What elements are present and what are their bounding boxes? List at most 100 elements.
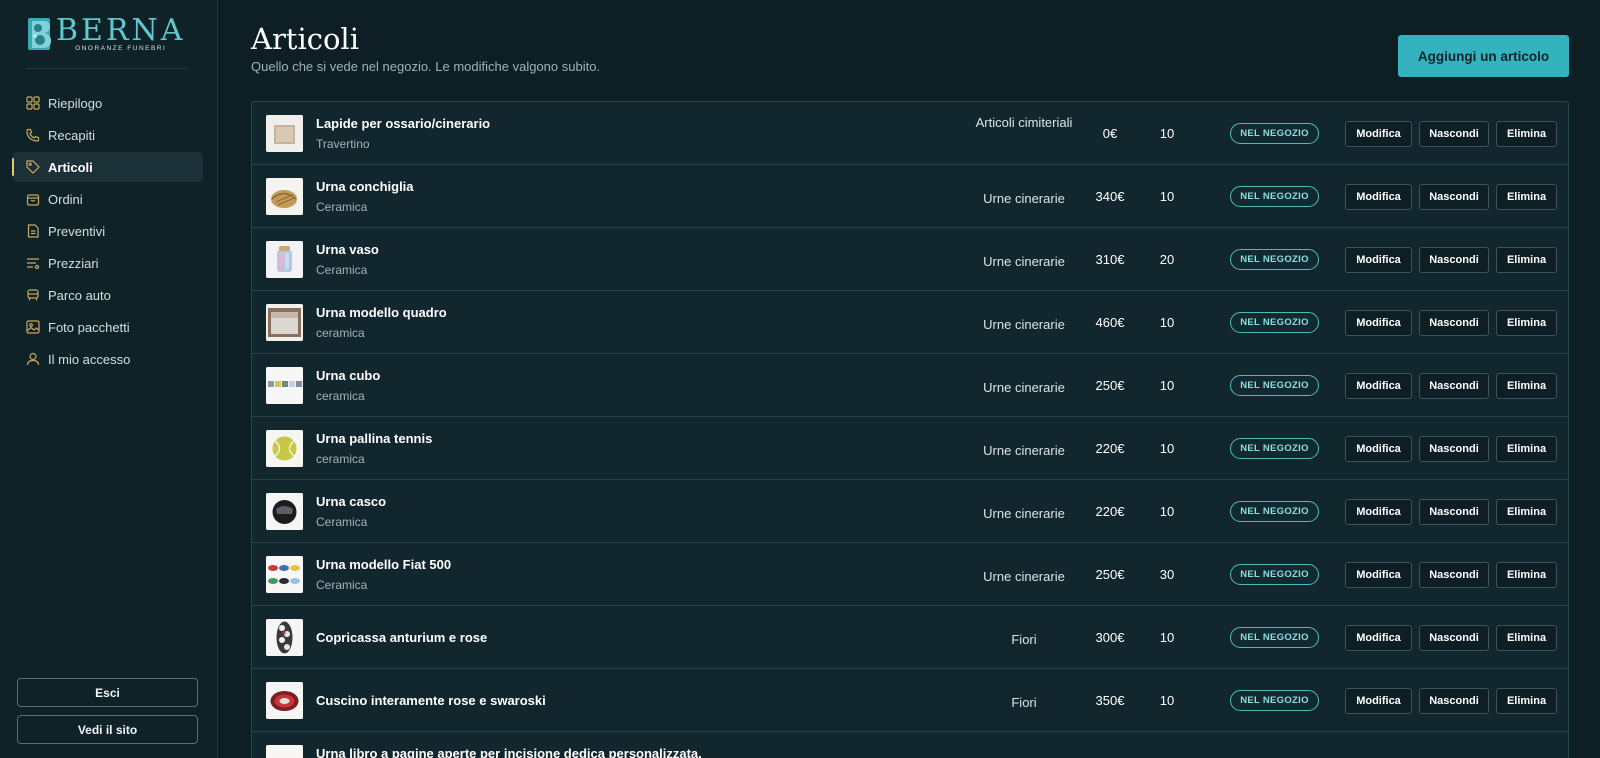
article-name: Cuscino interamente rose e swaroski: [316, 693, 546, 708]
article-price: 300€: [1095, 630, 1125, 645]
hide-button[interactable]: Nascondi: [1419, 499, 1489, 525]
article-price: 0€: [1102, 126, 1118, 141]
sidebar-item-label: Ordini: [48, 191, 83, 207]
hide-button[interactable]: Nascondi: [1419, 688, 1489, 714]
product-thumbnail: [266, 493, 303, 530]
sidebar-item-label: Recapiti: [48, 127, 95, 143]
article-price: 310€: [1095, 252, 1125, 267]
delete-button[interactable]: Elimina: [1496, 247, 1557, 273]
edit-button[interactable]: Modifica: [1345, 499, 1412, 525]
article-price: 220€: [1095, 504, 1125, 519]
article-quantity: 10: [1159, 378, 1175, 393]
status-badge: NEL NEGOZIO: [1230, 312, 1319, 333]
edit-button[interactable]: Modifica: [1345, 436, 1412, 462]
status-badge: NEL NEGOZIO: [1230, 501, 1319, 522]
list-filter-icon: [26, 256, 40, 270]
article-category: Urne cinerarie: [983, 254, 1065, 269]
grid-icon: [26, 96, 40, 110]
sidebar-item-label: Articoli: [48, 159, 93, 175]
sidebar-divider: [26, 68, 188, 69]
delete-button[interactable]: Elimina: [1496, 121, 1557, 147]
table-row: Lapide per ossario/cinerario Travertino …: [252, 102, 1568, 165]
article-quantity: 10: [1159, 504, 1175, 519]
article-category: Urne cinerarie: [983, 443, 1065, 458]
sidebar-item-il-mio-accesso[interactable]: Il mio accesso: [12, 344, 203, 374]
status-badge: NEL NEGOZIO: [1230, 249, 1319, 270]
sidebar-item-preventivi[interactable]: Preventivi: [12, 216, 203, 246]
article-name: Urna cubo: [316, 368, 381, 383]
phone-icon: [26, 128, 40, 142]
table-row: Copricassa anturium e rose Fiori 300€ 10…: [252, 606, 1568, 669]
delete-button[interactable]: Elimina: [1496, 562, 1557, 588]
hide-button[interactable]: Nascondi: [1419, 121, 1489, 147]
hide-button[interactable]: Nascondi: [1419, 436, 1489, 462]
article-price: 460€: [1095, 315, 1125, 330]
article-quantity: 20: [1159, 252, 1175, 267]
article-name: Urna modello quadro: [316, 305, 447, 320]
sidebar-item-parco-auto[interactable]: Parco auto: [12, 280, 203, 310]
page-title: Articoli: [251, 22, 359, 56]
sidebar-item-label: Preventivi: [48, 223, 106, 239]
product-thumbnail: [266, 241, 303, 278]
article-quantity: 10: [1159, 441, 1175, 456]
edit-button[interactable]: Modifica: [1345, 247, 1412, 273]
edit-button[interactable]: Modifica: [1345, 310, 1412, 336]
delete-button[interactable]: Elimina: [1496, 688, 1557, 714]
brand-logo[interactable]: BERNA ONORANZE FUNEBRI: [26, 16, 190, 56]
article-category: Urne cinerarie: [983, 191, 1065, 206]
sidebar-item-label: Il mio accesso: [48, 351, 131, 367]
product-thumbnail: [266, 556, 303, 593]
sidebar: BERNA ONORANZE FUNEBRI Riepilogo Recapit…: [0, 0, 218, 758]
hide-button[interactable]: Nascondi: [1419, 625, 1489, 651]
table-row: Urna modello Fiat 500 Ceramica Urne cine…: [252, 543, 1568, 606]
article-price: 250€: [1095, 378, 1125, 393]
hide-button[interactable]: Nascondi: [1419, 247, 1489, 273]
delete-button[interactable]: Elimina: [1496, 436, 1557, 462]
table-row: Urna libro a pagine aperte per incisione…: [252, 732, 1568, 758]
article-material: ceramica: [316, 389, 365, 403]
brand-name: BERNA: [56, 13, 186, 48]
delete-button[interactable]: Elimina: [1496, 310, 1557, 336]
edit-button[interactable]: Modifica: [1345, 625, 1412, 651]
sidebar-item-prezziari[interactable]: Prezziari: [12, 248, 203, 278]
sidebar-item-riepilogo[interactable]: Riepilogo: [12, 88, 203, 118]
edit-button[interactable]: Modifica: [1345, 121, 1412, 147]
status-badge: NEL NEGOZIO: [1230, 186, 1319, 207]
table-row: Urna modello quadro ceramica Urne cinera…: [252, 291, 1568, 354]
status-badge: NEL NEGOZIO: [1230, 438, 1319, 459]
edit-button[interactable]: Modifica: [1345, 688, 1412, 714]
sidebar-item-ordini[interactable]: Ordini: [12, 184, 203, 214]
sidebar-item-recapiti[interactable]: Recapiti: [12, 120, 203, 150]
product-thumbnail: [266, 115, 303, 152]
hide-button[interactable]: Nascondi: [1419, 310, 1489, 336]
delete-button[interactable]: Elimina: [1496, 373, 1557, 399]
delete-button[interactable]: Elimina: [1496, 625, 1557, 651]
hide-button[interactable]: Nascondi: [1419, 562, 1489, 588]
article-material: Ceramica: [316, 263, 368, 277]
sidebar-item-label: Parco auto: [48, 287, 111, 303]
tag-icon: [26, 160, 40, 174]
article-category: Urne cinerarie: [983, 380, 1065, 395]
hide-button[interactable]: Nascondi: [1419, 373, 1489, 399]
edit-button[interactable]: Modifica: [1345, 184, 1412, 210]
status-badge: NEL NEGOZIO: [1230, 690, 1319, 711]
hide-button[interactable]: Nascondi: [1419, 184, 1489, 210]
delete-button[interactable]: Elimina: [1496, 499, 1557, 525]
document-icon: [26, 224, 40, 238]
delete-button[interactable]: Elimina: [1496, 184, 1557, 210]
add-article-button[interactable]: Aggiungi un articolo: [1398, 35, 1569, 77]
logout-button[interactable]: Esci: [17, 678, 198, 707]
view-site-button[interactable]: Vedi il sito: [17, 715, 198, 744]
sidebar-item-articoli[interactable]: Articoli: [12, 152, 203, 182]
product-thumbnail: [266, 367, 303, 404]
article-category: Fiori: [1011, 695, 1037, 710]
article-quantity: 10: [1159, 693, 1175, 708]
product-thumbnail: [266, 619, 303, 656]
edit-button[interactable]: Modifica: [1345, 562, 1412, 588]
article-price: 340€: [1095, 189, 1125, 204]
edit-button[interactable]: Modifica: [1345, 373, 1412, 399]
article-category: Urne cinerarie: [983, 317, 1065, 332]
sidebar-item-foto-pacchetti[interactable]: Foto pacchetti: [12, 312, 203, 342]
product-thumbnail: [266, 304, 303, 341]
image-icon: [26, 320, 40, 334]
